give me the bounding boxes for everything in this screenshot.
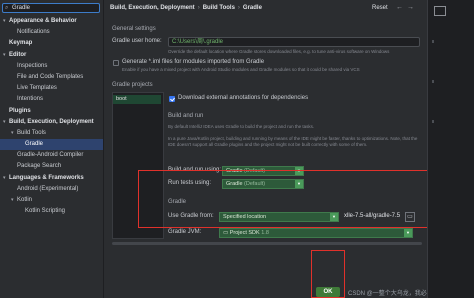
sidebar-item[interactable]: ▾ Languages & Frameworks — [0, 173, 103, 184]
use-gradle-from-value: Specified location — [223, 214, 267, 220]
gradle-user-home-hint: Override the default location where Grad… — [168, 49, 390, 54]
sidebar-item-label: Editor — [9, 51, 27, 58]
sidebar-item[interactable]: File and Code Templates — [0, 72, 103, 83]
forward-arrow-icon[interactable]: → — [407, 4, 418, 11]
sidebar-item[interactable]: Gradle-Android Compiler — [0, 150, 103, 161]
generate-iml-checkbox[interactable] — [113, 60, 119, 66]
gradle-user-home-field[interactable]: C:\Users\周\.gradle — [168, 37, 420, 47]
search-value: Gradle — [12, 5, 31, 11]
gradle-user-home-label: Gradle user home: — [112, 38, 162, 44]
project-item[interactable]: boot — [113, 95, 161, 104]
breadcrumb: Build, Execution, Deployment › Build Tools… — [110, 5, 262, 11]
chevron-right-icon: › — [197, 5, 200, 11]
gradle-jvm-label: Gradle JVM: — [168, 229, 202, 235]
sidebar-item[interactable]: Notifications — [0, 27, 103, 38]
reset-button[interactable]: Reset — [372, 5, 388, 11]
nav-arrows: ←→ — [396, 4, 418, 11]
breadcrumb-item[interactable]: Build Tools — [203, 5, 235, 11]
general-settings-title: General settings — [112, 26, 156, 32]
gradle-jvm-value: Project SDK — [229, 230, 260, 236]
sidebar-item[interactable]: Kotlin Scripting — [0, 206, 103, 217]
sidebar-item-label: Package Search — [17, 163, 62, 170]
sidebar-item[interactable]: Package Search — [0, 161, 103, 172]
breadcrumb-item[interactable]: Build, Execution, Deployment — [110, 5, 195, 11]
sidebar-item[interactable]: Intentions — [0, 94, 103, 105]
chevron-right-icon: › — [237, 5, 240, 11]
download-annotations-label: Download external annotations for depend… — [178, 95, 309, 101]
sidebar-item-label: Inspections — [17, 62, 48, 69]
horizontal-scrollbar[interactable] — [112, 242, 422, 245]
sidebar-item-label: Kotlin — [17, 197, 33, 203]
sidebar-item[interactable]: ▾ Build, Execution, Deployment — [0, 117, 103, 128]
editor-background — [427, 0, 474, 298]
sidebar-item-label: Gradle-Android Compiler — [17, 152, 84, 159]
sidebar-item[interactable]: Keymap — [0, 38, 103, 49]
gutter-mark — [432, 80, 434, 83]
folder-icon: ▭ — [223, 230, 229, 236]
use-gradle-from-label: Use Gradle from: — [168, 213, 214, 219]
build-and-run-title: Build and run — [168, 113, 204, 119]
settings-sidebar: ⌕ Gradle ▾ Appearance & Behavior Notificat… — [0, 0, 104, 298]
sidebar-item-label: Gradle — [25, 141, 44, 148]
sidebar-item-label: Appearance & Behavior — [9, 18, 77, 24]
build-run-hint-2: In a pure Java/Kotlin project, building … — [168, 136, 418, 147]
chevron-down-icon: ▼ — [330, 213, 338, 221]
gradle-section-title: Gradle — [168, 199, 187, 205]
back-arrow-icon[interactable]: ← — [396, 4, 407, 11]
sidebar-item[interactable]: ▾ Editor — [0, 50, 103, 61]
folder-icon[interactable]: ▭ — [405, 212, 415, 222]
sidebar-item[interactable]: Inspections — [0, 61, 103, 72]
build-run-hint-1: By default IntelliJ IDEA uses Gradle to … — [168, 124, 315, 129]
gradle-projects-title: Gradle projects — [112, 82, 153, 88]
gradle-jvm-dropdown[interactable]: ▭ Project SDK 1.8 ▼ — [219, 228, 413, 238]
gutter-mark — [432, 40, 434, 43]
gutter-mark — [432, 120, 434, 123]
sidebar-item[interactable]: ▾ Appearance & Behavior — [0, 16, 103, 27]
sidebar-item-label: Keymap — [9, 40, 33, 47]
gradle-location-field[interactable]: xlle-7.5-all/gradle-7.5 — [344, 213, 400, 219]
settings-tree: ▾ Appearance & Behavior Notifications Keyma… — [0, 16, 103, 217]
sidebar-item-label: Build Tools — [17, 129, 46, 136]
chevron-down-icon: ▼ — [404, 229, 412, 237]
sidebar-item[interactable]: Gradle — [0, 139, 103, 151]
sidebar-item[interactable]: Live Templates — [0, 83, 103, 94]
sidebar-item-label: Live Templates — [17, 85, 57, 92]
sidebar-item-label: Notifications — [17, 29, 50, 36]
generate-iml-label: Generate *.iml files for modules importe… — [122, 59, 265, 65]
settings-search-input[interactable]: ⌕ Gradle — [2, 3, 100, 13]
sidebar-item-label: Intentions — [17, 96, 44, 103]
sidebar-item-label: Plugins — [9, 107, 31, 114]
gradle-user-home-value: C:\Users\周\.gradle — [172, 39, 224, 45]
ok-button[interactable]: OK — [316, 287, 340, 297]
sidebar-item[interactable]: ▾ Build Tools — [0, 128, 103, 139]
sidebar-item[interactable]: Plugins — [0, 106, 103, 117]
sidebar-item-label: File and Code Templates — [17, 73, 84, 80]
use-gradle-from-dropdown[interactable]: Specified location ▼ — [219, 212, 339, 222]
sidebar-item[interactable]: Android (Experimental) — [0, 184, 103, 195]
breadcrumb-item: Gradle — [242, 5, 262, 11]
sidebar-item-label: Languages & Frameworks — [9, 174, 84, 181]
gradle-jvm-version: 1.8 — [261, 230, 269, 236]
sidebar-item-label: Build, Execution, Deployment — [9, 118, 94, 125]
sidebar-item-label: Android (Experimental) — [17, 185, 79, 192]
download-annotations-checkbox[interactable] — [169, 96, 175, 102]
search-icon: ⌕ — [5, 5, 9, 11]
generate-iml-hint: Enable if you have a mixed project with … — [122, 67, 360, 72]
sidebar-item-label: Kotlin Scripting — [25, 208, 66, 215]
editor-cursor-icon — [434, 6, 446, 16]
sidebar-item[interactable]: ▾ Kotlin — [0, 195, 103, 206]
